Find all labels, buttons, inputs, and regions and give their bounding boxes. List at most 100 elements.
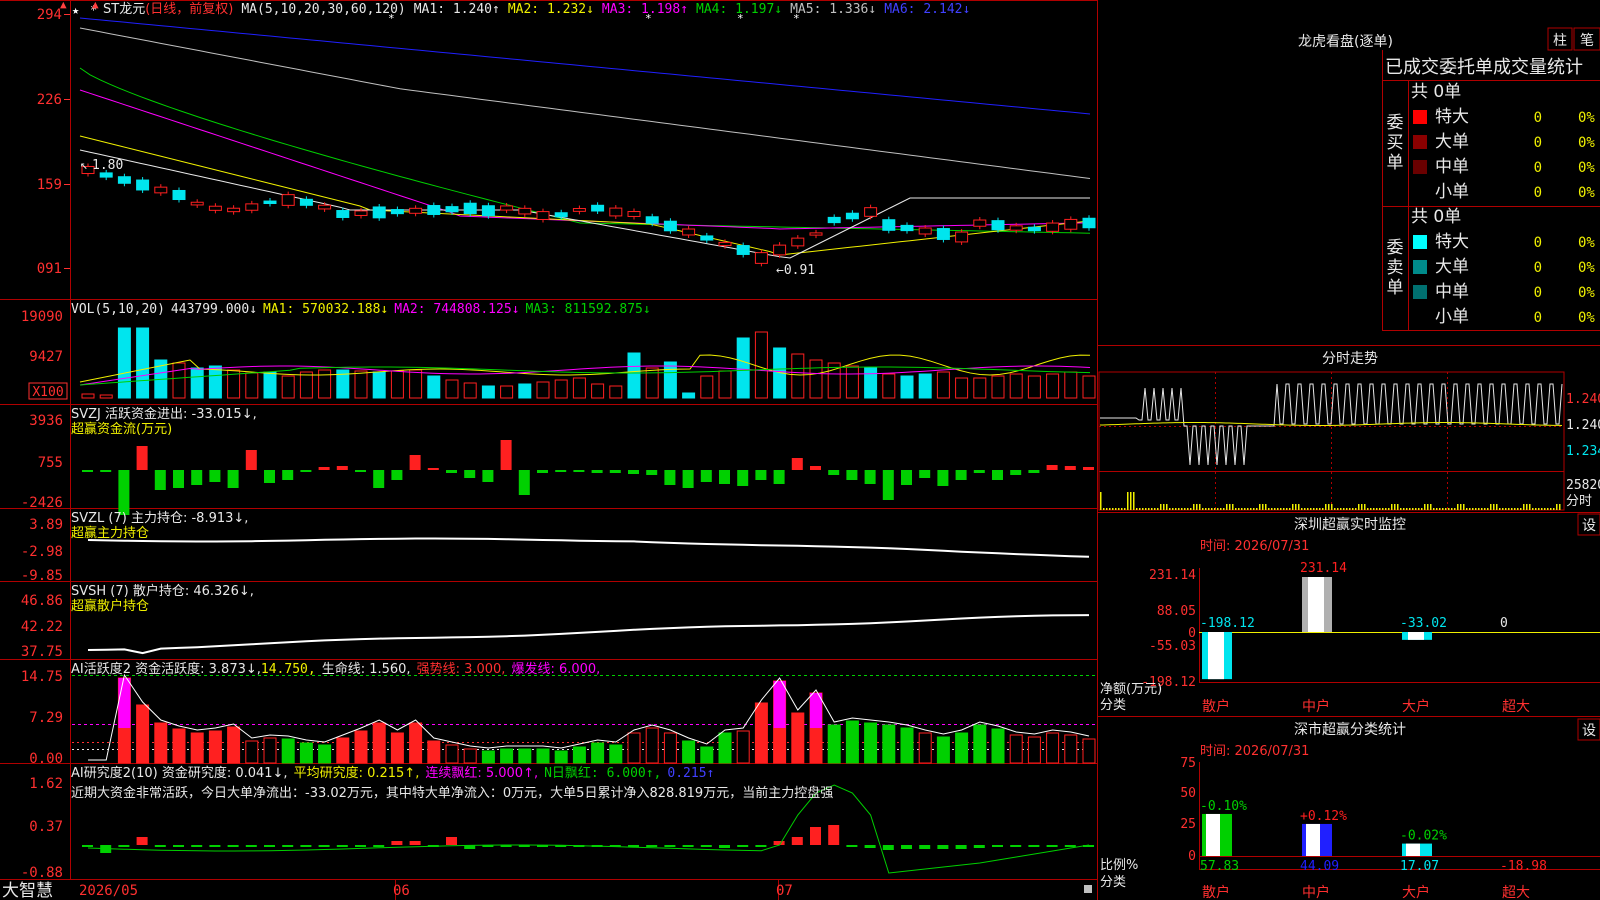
- intraday-volume-bar: [1256, 508, 1258, 510]
- ai-activity-bar: [572, 746, 586, 764]
- vol-ma1: MA1: 570032.188↓: [263, 302, 388, 317]
- candle-body: [936, 228, 950, 240]
- svzj-bar: [646, 470, 658, 475]
- ai1-v2: 14.750,: [261, 662, 316, 677]
- stock-name: ST龙元: [103, 2, 145, 17]
- ai-research-bar: [682, 845, 694, 847]
- vol-ma2: MA2: 744808.125↓: [394, 302, 519, 317]
- ai-research-bar: [409, 841, 421, 845]
- intraday-volume-bar: [1379, 508, 1381, 510]
- svzl-ytick: -2.98: [21, 544, 63, 560]
- svsh-subtitle: 超赢散户持仓: [71, 598, 149, 614]
- candle-body: [991, 220, 1005, 231]
- ai-activity-bar: [845, 720, 859, 764]
- candle-body: [827, 216, 841, 224]
- intraday-volume-bar: [1205, 508, 1207, 510]
- svzj-bar: [628, 470, 639, 474]
- ai-activity-bar: [973, 724, 987, 764]
- monitor-bar-highlight: [1208, 632, 1224, 680]
- monitor-ytick: -55.03: [1149, 639, 1196, 654]
- classify-category: 中户: [1302, 884, 1330, 900]
- ai-activity-bar: [609, 744, 623, 764]
- ai-activity-bar: [663, 732, 677, 764]
- intraday-volume-bar: [1184, 508, 1186, 510]
- candle-body: [372, 206, 386, 219]
- intraday-volume-bar: [1163, 504, 1165, 510]
- intraday-volume-bar: [1223, 508, 1225, 510]
- svzj-bar: [282, 470, 294, 480]
- order-type: 特大: [1435, 107, 1469, 127]
- volume-bar: [918, 373, 932, 399]
- ai-research-bar: [755, 845, 767, 847]
- price-ytick: 226: [37, 92, 62, 108]
- order-pct: 0%: [1578, 160, 1595, 176]
- volume-bar: [318, 369, 332, 399]
- intraday-volume-bar: [1181, 508, 1183, 510]
- ai-activity-bar: [245, 740, 259, 764]
- svzj-bar: [973, 470, 985, 473]
- volume-bar: [281, 375, 295, 399]
- classify-category: 大户: [1402, 884, 1430, 900]
- intraday-volume-bar: [1238, 508, 1240, 510]
- ai-research-bar: [846, 845, 858, 847]
- svzj-bar: [300, 470, 312, 472]
- volume-bar: [700, 375, 714, 399]
- intraday-title: 分时走势: [1322, 351, 1378, 367]
- order-type: 大单: [1435, 132, 1469, 152]
- ai-research-bar: [791, 837, 803, 845]
- order-pct: 0%: [1578, 185, 1595, 201]
- candle-body: [318, 204, 332, 210]
- candle-body: [864, 207, 878, 217]
- candle-body: [154, 186, 168, 194]
- svsh-ytick: 42.22: [21, 619, 63, 635]
- svsh-ytick: 37.75: [21, 644, 63, 660]
- intraday-volume-bar: [1253, 508, 1255, 510]
- ai-research-bar: [973, 845, 985, 848]
- candle-body: [354, 210, 368, 216]
- intraday-volume-bar: [1307, 508, 1309, 510]
- ai-activity-bar: [791, 712, 805, 764]
- ai-activity-bar: [864, 722, 878, 764]
- intraday-volume-bar: [1391, 504, 1393, 510]
- intraday-volume-bar: [1496, 504, 1498, 510]
- svzj-ytick: 3936: [29, 413, 63, 429]
- ai-activity-bar: [554, 750, 568, 764]
- svzj-bar: [1083, 467, 1094, 470]
- volume-bar: [245, 372, 259, 399]
- star-icon[interactable]: ★: [72, 3, 79, 17]
- volume-bar: [500, 385, 514, 399]
- ai-research-bar: [336, 845, 348, 847]
- intraday-volume-bar: [1514, 508, 1516, 510]
- volume-bar: [1009, 373, 1023, 399]
- ai-activity-bar: [409, 722, 423, 764]
- candle-body: [882, 219, 896, 231]
- candle-body: [336, 210, 350, 218]
- monitor-value: 231.14: [1300, 561, 1347, 576]
- sell-total: 共 0单: [1411, 207, 1461, 227]
- ai2-ytick: 1.62: [29, 776, 63, 792]
- intraday-ytick: 1.234: [1566, 444, 1600, 459]
- classify-pct: -0.02%: [1400, 829, 1447, 844]
- info-mark-icon: ▲: [92, 0, 99, 11]
- svsh-ytick: 46.86: [21, 593, 63, 609]
- intraday-volume-bar: [1370, 508, 1372, 510]
- svzj-bar: [555, 470, 567, 472]
- bar-view-label: 柱: [1553, 33, 1567, 49]
- monitor-ytick: 88.05: [1157, 604, 1196, 619]
- intraday-volume-bar: [1553, 508, 1555, 510]
- candle-body: [481, 205, 495, 217]
- intraday-volume-bar: [1214, 508, 1216, 510]
- intraday-volume-bar: [1112, 508, 1114, 510]
- intraday-volume-bar: [1148, 508, 1150, 510]
- volume-bar: [973, 377, 987, 399]
- volume-bar: [427, 375, 441, 399]
- ai-research-bar: [391, 841, 403, 845]
- candle-body: [500, 205, 514, 211]
- monitor-time: 时间: 2026/07/31: [1200, 539, 1309, 554]
- intraday-volume-bar: [1421, 508, 1423, 510]
- intraday-volume-bar: [1133, 492, 1135, 510]
- candle-body: [773, 244, 787, 256]
- volume-bar: [481, 385, 495, 399]
- intraday-volume-bar: [1211, 508, 1213, 510]
- lock-icon[interactable]: [1084, 885, 1092, 893]
